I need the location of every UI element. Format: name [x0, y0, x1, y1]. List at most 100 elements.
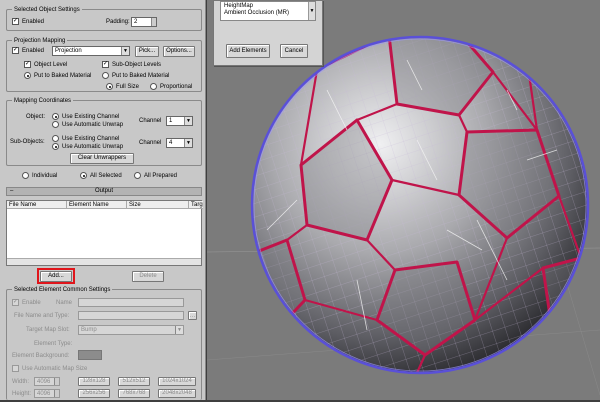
col-size[interactable]: Size: [127, 201, 189, 209]
col-file-name[interactable]: File Name: [7, 201, 67, 209]
full-size-label: Full Size: [116, 84, 140, 90]
enable-checkbox[interactable]: ✓: [12, 299, 19, 306]
list-item[interactable]: Ambient Occlusion (MR): [224, 10, 289, 16]
target-slot-dropdown[interactable]: Bump ▼: [78, 325, 184, 335]
chevron-down-icon: ▼: [184, 139, 192, 147]
col-element-name[interactable]: Element Name: [67, 201, 127, 209]
add-button-highlight: [37, 268, 75, 284]
channel-value: 1: [169, 118, 173, 124]
render-to-texture-panel: Selected Object Settings ✓ Enabled Paddi…: [0, 0, 206, 400]
enabled-checkbox[interactable]: ✓: [12, 18, 19, 25]
target-slot-label: Target Map Slot:: [26, 327, 70, 333]
sub-object-levels-label: Sub-Object Levels: [112, 62, 162, 68]
list-scrollbar[interactable]: ▼: [308, 2, 315, 20]
group-title: Mapping Coordinates: [12, 97, 74, 105]
width-label: Width:: [12, 379, 30, 385]
horizontal-scrollbar[interactable]: [7, 258, 201, 265]
size-768-button[interactable]: 768x768: [118, 389, 150, 398]
put-baked-label-1: Put to Baked Material: [34, 73, 92, 79]
channel-value-2: 4: [169, 140, 173, 146]
padding-spinner[interactable]: 2: [131, 17, 157, 27]
channel-label: Channel: [139, 118, 162, 124]
channel-dropdown[interactable]: 1 ▼: [166, 116, 193, 126]
clear-unwrappers-button[interactable]: Clear Unwrappers: [70, 153, 134, 164]
padding-value: 2: [134, 19, 138, 25]
auto-map-size-label: Use Automatic Map Size: [22, 366, 88, 372]
background-color-swatch[interactable]: [78, 350, 102, 360]
object-level-checkbox[interactable]: ✓: [24, 61, 31, 68]
use-auto-label-2: Use Automatic Unwrap: [62, 144, 124, 150]
spinner-arrows[interactable]: [151, 18, 156, 26]
sub-objects-label: Sub-Objects:: [10, 139, 45, 145]
use-auto-radio[interactable]: [52, 121, 59, 128]
file-name-field[interactable]: [78, 311, 184, 320]
browse-button[interactable]: …: [188, 311, 197, 320]
use-existing-label: Use Existing Channel: [62, 114, 120, 120]
use-existing-radio[interactable]: [52, 113, 59, 120]
padding-label: Padding:: [106, 19, 130, 25]
width-value: 4096: [37, 379, 51, 385]
chevron-down-icon: ▼: [175, 326, 183, 334]
name-label: Name: [56, 300, 73, 306]
list-item[interactable]: HeightMap: [224, 3, 253, 9]
size-256-button[interactable]: 256x256: [78, 389, 110, 398]
put-baked-radio-1[interactable]: [24, 72, 31, 79]
all-selected-label: All Selected: [90, 173, 122, 179]
projection-dropdown[interactable]: Projection ▼: [52, 46, 130, 56]
file-name-type-label: File Name and Type:: [14, 313, 70, 319]
size-512-button[interactable]: 512x512: [118, 377, 150, 386]
individual-label: Individual: [32, 173, 58, 179]
proportional-radio[interactable]: [150, 83, 157, 90]
col-target[interactable]: Targ: [189, 201, 203, 209]
name-field[interactable]: [78, 298, 184, 307]
element-bg-label: Element Background:: [12, 353, 70, 359]
full-size-radio[interactable]: [106, 83, 113, 90]
width-spinner[interactable]: 4096: [34, 377, 60, 386]
projection-enabled-label: Enabled: [22, 48, 45, 54]
add-elements-button[interactable]: Add Elements: [226, 44, 270, 58]
spinner-arrows[interactable]: [54, 378, 59, 385]
enabled-label: Enabled: [22, 19, 45, 25]
element-list[interactable]: HeightMap Ambient Occlusion (MR) ▼: [220, 1, 316, 21]
all-prepared-label: All Prepared: [144, 173, 178, 179]
use-auto-radio-2[interactable]: [52, 143, 59, 150]
element-type-label: Element Type:: [34, 341, 73, 347]
collapse-icon: –: [10, 188, 14, 194]
output-rollout-header[interactable]: – Output: [6, 187, 202, 196]
pick-button[interactable]: Pick...: [135, 46, 159, 57]
enable-label: Enable: [22, 300, 41, 306]
delete-button[interactable]: Delete: [132, 271, 164, 282]
output-table[interactable]: File Name Element Name Size Targ: [6, 200, 203, 266]
size-1024-button[interactable]: 1024x1024: [158, 377, 196, 386]
chevron-down-icon: ▼: [121, 47, 129, 55]
group-title: Selected Object Settings: [12, 6, 82, 14]
output-title: Output: [94, 188, 113, 194]
put-baked-radio-2[interactable]: [102, 72, 109, 79]
add-elements-dialog: HeightMap Ambient Occlusion (MR) ▼ Add E…: [213, 0, 323, 66]
use-existing-radio-2[interactable]: [52, 135, 59, 142]
sub-object-levels-checkbox[interactable]: ✓: [102, 61, 109, 68]
channel-label-2: Channel: [139, 140, 162, 146]
use-auto-label: Use Automatic Unwrap: [62, 122, 124, 128]
projection-enabled-checkbox[interactable]: ✓: [12, 47, 19, 54]
object-level-label: Object Level: [34, 62, 68, 68]
projection-dropdown-value: Projection: [55, 48, 82, 54]
group-title: Projection Mapping: [12, 37, 68, 45]
auto-map-size-checkbox[interactable]: [12, 365, 19, 372]
channel-dropdown-2[interactable]: 4 ▼: [166, 138, 193, 148]
target-slot-value: Bump: [81, 327, 97, 333]
size-2048-button[interactable]: 2048x2048: [158, 389, 196, 398]
proportional-label: Proportional: [160, 84, 193, 90]
size-128-button[interactable]: 128x128: [78, 377, 110, 386]
height-value: 4096: [37, 391, 51, 397]
all-selected-radio[interactable]: [80, 172, 87, 179]
put-baked-label-2: Put to Baked Material: [112, 73, 170, 79]
height-spinner[interactable]: 4096: [34, 389, 60, 398]
cancel-button[interactable]: Cancel: [280, 44, 308, 58]
spinner-arrows[interactable]: [54, 390, 59, 397]
all-prepared-radio[interactable]: [134, 172, 141, 179]
options-button[interactable]: Options...: [163, 46, 195, 57]
chevron-down-icon: ▼: [184, 117, 192, 125]
individual-radio[interactable]: [22, 172, 29, 179]
pentagon-patch: [541, 256, 587, 332]
